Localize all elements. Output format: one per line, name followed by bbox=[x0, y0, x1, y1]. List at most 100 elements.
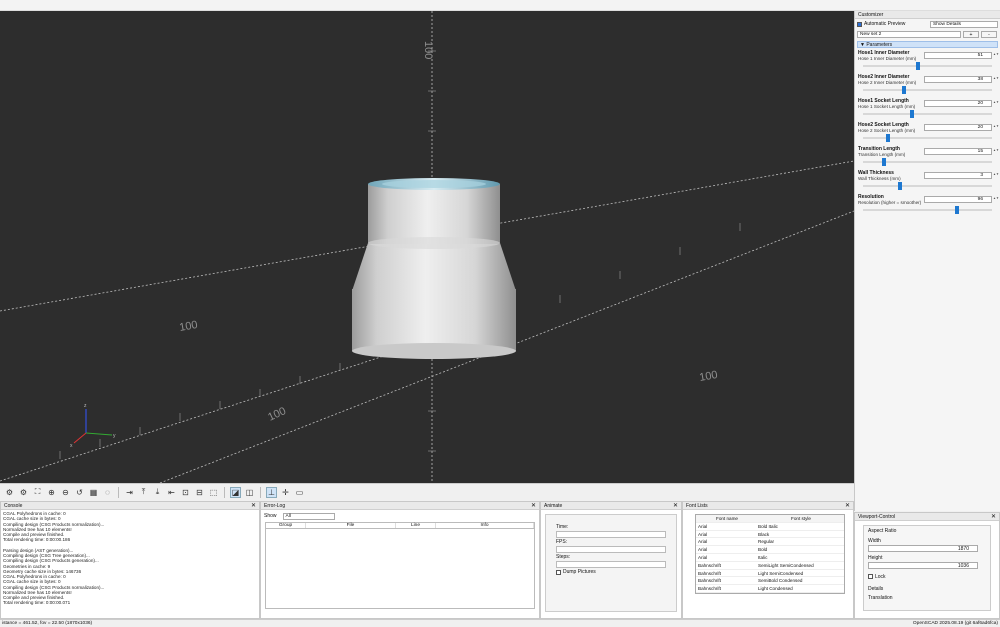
param-value-input[interactable]: 15 bbox=[924, 148, 992, 155]
font-name: Arial bbox=[698, 547, 708, 553]
width-input[interactable]: 1870 bbox=[868, 545, 978, 552]
font-row[interactable]: Arial Bold bbox=[696, 546, 844, 554]
col-header[interactable]: Group bbox=[266, 523, 306, 528]
param-value-input[interactable]: 20 bbox=[924, 124, 992, 131]
font-table[interactable]: Font name Font style Arial Bold Italic Ar… bbox=[695, 514, 845, 594]
show-select[interactable]: All bbox=[282, 512, 335, 520]
detail-select[interactable]: Show Details bbox=[930, 20, 998, 28]
slider-thumb[interactable] bbox=[885, 134, 890, 142]
close-icon[interactable]: ✕ bbox=[531, 502, 536, 510]
animate-group: Time: FPS: Steps: Dump Pictures bbox=[545, 514, 677, 612]
slider-track[interactable] bbox=[863, 65, 992, 67]
slider-thumb[interactable] bbox=[955, 206, 960, 214]
front-view-icon[interactable]: ⊡ bbox=[180, 487, 191, 498]
font-table-header: Font name Font style bbox=[696, 515, 844, 523]
close-icon[interactable]: ✕ bbox=[251, 502, 256, 510]
slider-thumb[interactable] bbox=[902, 86, 907, 94]
col-header[interactable]: Info bbox=[436, 523, 534, 528]
toolbar-separator bbox=[118, 486, 119, 498]
slider-track[interactable] bbox=[863, 113, 992, 115]
axis-gizmo: z y x bbox=[70, 403, 116, 449]
slider-track[interactable] bbox=[863, 209, 992, 211]
right-view-icon[interactable]: ⇥ bbox=[124, 487, 135, 498]
spin-arrows-icon[interactable]: ▲▼ bbox=[993, 76, 999, 83]
steps-label: Steps: bbox=[556, 554, 571, 560]
font-row[interactable]: Arial Black bbox=[696, 531, 844, 539]
preset-select[interactable]: New set 2 bbox=[857, 30, 961, 38]
diagonal-view-icon[interactable]: ⬚ bbox=[208, 487, 219, 498]
param-wall-thickness: Wall Thickness Wall Thickness (mm) 3 ▲▼ bbox=[857, 168, 999, 192]
font-row[interactable]: Bahnschrift Light SemiCondensed bbox=[696, 570, 844, 578]
fps-input[interactable] bbox=[556, 546, 666, 553]
errorlog-filter-row: Show All bbox=[261, 510, 539, 522]
param-value-input[interactable]: 3 bbox=[924, 172, 992, 179]
slider-thumb[interactable] bbox=[910, 110, 915, 118]
font-name: Bahnschrift bbox=[698, 586, 721, 592]
col-header[interactable]: Line bbox=[396, 523, 436, 528]
col-header[interactable]: Font name bbox=[696, 515, 756, 522]
rotate-icon[interactable]: ◌ bbox=[102, 487, 113, 498]
font-row[interactable]: Arial Italic bbox=[696, 554, 844, 562]
view-toolbar: ⚙ ⚙ ⛶ ⊕ ⊖ ↺ ▦ ◌ ⇥ ⤒ ⤓ ⇤ ⊡ ⊟ ⬚ ◪ ◫ ⊥ ✛ ▭ bbox=[0, 483, 854, 500]
errorlog-table-body[interactable] bbox=[265, 529, 535, 609]
edges-icon[interactable]: ▭ bbox=[294, 487, 305, 498]
dump-pictures-checkbox[interactable] bbox=[556, 569, 561, 575]
param-value-input[interactable]: 96 bbox=[924, 196, 992, 203]
time-label: Time: bbox=[556, 524, 569, 530]
slider-track[interactable] bbox=[863, 137, 992, 139]
console-title: Console ✕ bbox=[1, 502, 259, 510]
zoom-in-icon[interactable]: ⊕ bbox=[46, 487, 57, 498]
remove-preset-button[interactable]: - bbox=[981, 30, 997, 38]
add-preset-button[interactable]: + bbox=[963, 30, 979, 38]
slider-thumb[interactable] bbox=[916, 62, 921, 70]
param-hose2-inner-diameter: Hose2 Inner Diameter Hose 2 Inner Diamet… bbox=[857, 72, 999, 96]
close-icon[interactable]: ✕ bbox=[991, 513, 996, 521]
top-view-icon[interactable]: ⤒ bbox=[138, 487, 149, 498]
time-input[interactable] bbox=[556, 531, 666, 538]
title-strip bbox=[0, 0, 1000, 11]
slider-thumb[interactable] bbox=[898, 182, 903, 190]
perspective-icon[interactable]: ◪ bbox=[230, 486, 241, 498]
param-value-input[interactable]: 20 bbox=[924, 100, 992, 107]
close-icon[interactable]: ✕ bbox=[673, 502, 678, 510]
spin-arrows-icon[interactable]: ▲▼ bbox=[993, 52, 999, 59]
orthogonal-icon[interactable]: ◫ bbox=[244, 487, 255, 498]
col-header[interactable]: Font style bbox=[756, 515, 844, 522]
font-row[interactable]: Bahnschrift Light Condensed bbox=[696, 585, 844, 593]
parameters-header[interactable]: ▼ Parameters bbox=[857, 41, 998, 48]
slider-thumb[interactable] bbox=[881, 158, 886, 166]
console-output[interactable]: CGAL Polyhedrons in cache: 0 CGAL cache … bbox=[1, 510, 259, 612]
lock-checkbox[interactable] bbox=[868, 574, 873, 579]
customizer-title-text: Customizer bbox=[858, 12, 884, 18]
font-row[interactable]: Arial Regular bbox=[696, 538, 844, 547]
auto-preview-checkbox[interactable] bbox=[857, 21, 862, 27]
crosshairs-icon[interactable]: ✛ bbox=[280, 487, 291, 498]
slider-track[interactable] bbox=[863, 89, 992, 91]
preview-icon[interactable]: ⚙ bbox=[4, 487, 15, 498]
spin-arrows-icon[interactable]: ▲▼ bbox=[993, 124, 999, 131]
bottom-view-icon[interactable]: ⤓ bbox=[152, 487, 163, 498]
reset-view-icon[interactable]: ↺ bbox=[74, 487, 85, 498]
col-header[interactable]: File bbox=[306, 523, 396, 528]
view-all-icon[interactable]: ▦ bbox=[88, 487, 99, 498]
3d-viewport[interactable]: 100 100 100 100 z y x bbox=[0, 11, 854, 483]
param-value-input[interactable]: 38 bbox=[924, 76, 992, 83]
back-view-icon[interactable]: ⊟ bbox=[194, 487, 205, 498]
close-icon[interactable]: ✕ bbox=[845, 502, 850, 510]
render-icon[interactable]: ⚙ bbox=[18, 487, 29, 498]
zoom-out-icon[interactable]: ⊖ bbox=[60, 487, 71, 498]
axes-icon[interactable]: ⊥ bbox=[266, 486, 277, 498]
steps-input[interactable] bbox=[556, 561, 666, 568]
left-view-icon[interactable]: ⇤ bbox=[166, 487, 177, 498]
spin-arrows-icon[interactable]: ▲▼ bbox=[993, 196, 999, 203]
slider-track[interactable] bbox=[863, 185, 992, 187]
spin-arrows-icon[interactable]: ▲▼ bbox=[993, 172, 999, 179]
spin-arrows-icon[interactable]: ▲▼ bbox=[993, 148, 999, 155]
font-row[interactable]: Arial Bold Italic bbox=[696, 523, 844, 531]
font-row[interactable]: Bahnschrift SemiLight SemiCondensed bbox=[696, 562, 844, 570]
font-row[interactable]: Bahnschrift SemiBold Condensed bbox=[696, 577, 844, 586]
param-value-input[interactable]: 51 bbox=[924, 52, 992, 59]
zoom-all-icon[interactable]: ⛶ bbox=[32, 487, 43, 498]
spin-arrows-icon[interactable]: ▲▼ bbox=[993, 100, 999, 107]
height-input[interactable]: 1036 bbox=[868, 562, 978, 569]
